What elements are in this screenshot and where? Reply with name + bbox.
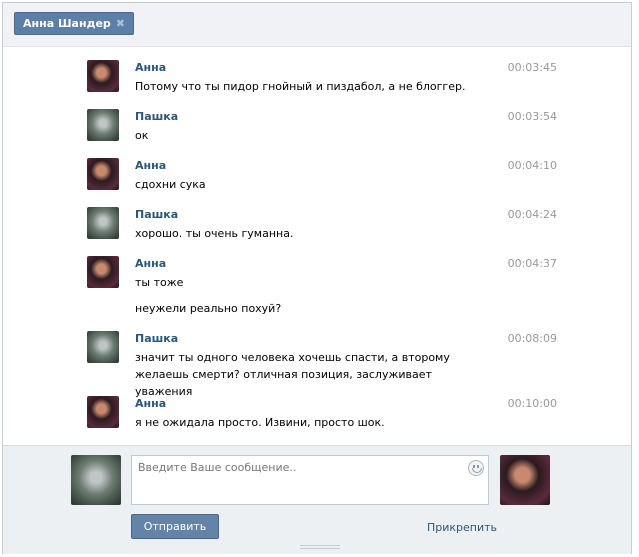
author-name[interactable]: Анна [135,257,166,270]
message-text: Потому что ты пидор гнойный и пиздабол, … [135,80,466,93]
message-text: неужели реально похуй? [135,302,282,315]
tab-anna-shander[interactable]: Анна Шандер ✖ [14,12,135,35]
message-text: ты тоже [135,276,184,289]
message-item: Анна 00:04:37 ты тоже неужели реально по… [87,256,557,321]
my-avatar[interactable] [71,455,121,505]
author-name[interactable]: Пашка [135,110,178,123]
message-item: Пашка 00:03:54 ок [87,109,557,149]
smile-icon[interactable] [468,460,484,476]
author-name[interactable]: Анна [135,61,166,74]
author-name[interactable]: Пашка [135,208,178,221]
message-input[interactable]: Введите Ваше сообщение.. [131,455,489,505]
avatar[interactable] [87,109,119,141]
message-item: Пашка 00:08:09 значит ты одного человека… [87,331,557,398]
avatar[interactable] [87,396,119,428]
message-text: сдохни сука [135,178,206,191]
message-item: Анна 00:10:00 я не ожидала просто. Извин… [87,396,557,436]
message-text: значит ты одного человека хочешь спасти,… [135,351,450,398]
message-input-placeholder: Введите Ваше сообщение.. [138,461,297,474]
composer: Введите Ваше сообщение.. Отправить Прикр… [3,445,631,554]
avatar[interactable] [87,256,119,288]
avatar[interactable] [87,60,119,92]
message-time: 00:03:54 [507,110,557,123]
send-button[interactable]: Отправить [131,514,219,539]
resize-grip[interactable] [300,545,340,549]
message-item: Анна 00:03:45 Потому что ты пидор гнойны… [87,60,557,100]
message-time: 00:10:00 [507,397,557,410]
attach-link[interactable]: Прикрепить [427,521,497,534]
message-time: 00:04:37 [507,257,557,270]
dialog-window: Анна Шандер ✖ Анна 00:03:45 Потому что т… [2,2,632,554]
message-time: 00:04:24 [507,208,557,221]
message-item: Анна 00:04:10 сдохни сука [87,158,557,198]
avatar[interactable] [87,207,119,239]
close-icon[interactable]: ✖ [116,13,125,34]
avatar[interactable] [87,331,119,363]
message-item: Пашка 00:04:24 хорошо. ты очень гуманна. [87,207,557,247]
message-time: 00:08:09 [507,332,557,345]
message-history[interactable]: Анна 00:03:45 Потому что ты пидор гнойны… [3,48,631,445]
tabs-bar: Анна Шандер ✖ [3,3,631,47]
peer-avatar[interactable] [500,455,550,505]
author-name[interactable]: Анна [135,397,166,410]
author-name[interactable]: Анна [135,159,166,172]
message-text: ок [135,129,149,142]
message-text: я не ожидала просто. Извини, просто шок. [135,416,385,429]
author-name[interactable]: Пашка [135,332,178,345]
message-time: 00:04:10 [507,159,557,172]
tab-title: Анна Шандер [23,17,111,30]
message-text: хорошо. ты очень гуманна. [135,227,294,240]
avatar[interactable] [87,158,119,190]
message-time: 00:03:45 [507,61,557,74]
